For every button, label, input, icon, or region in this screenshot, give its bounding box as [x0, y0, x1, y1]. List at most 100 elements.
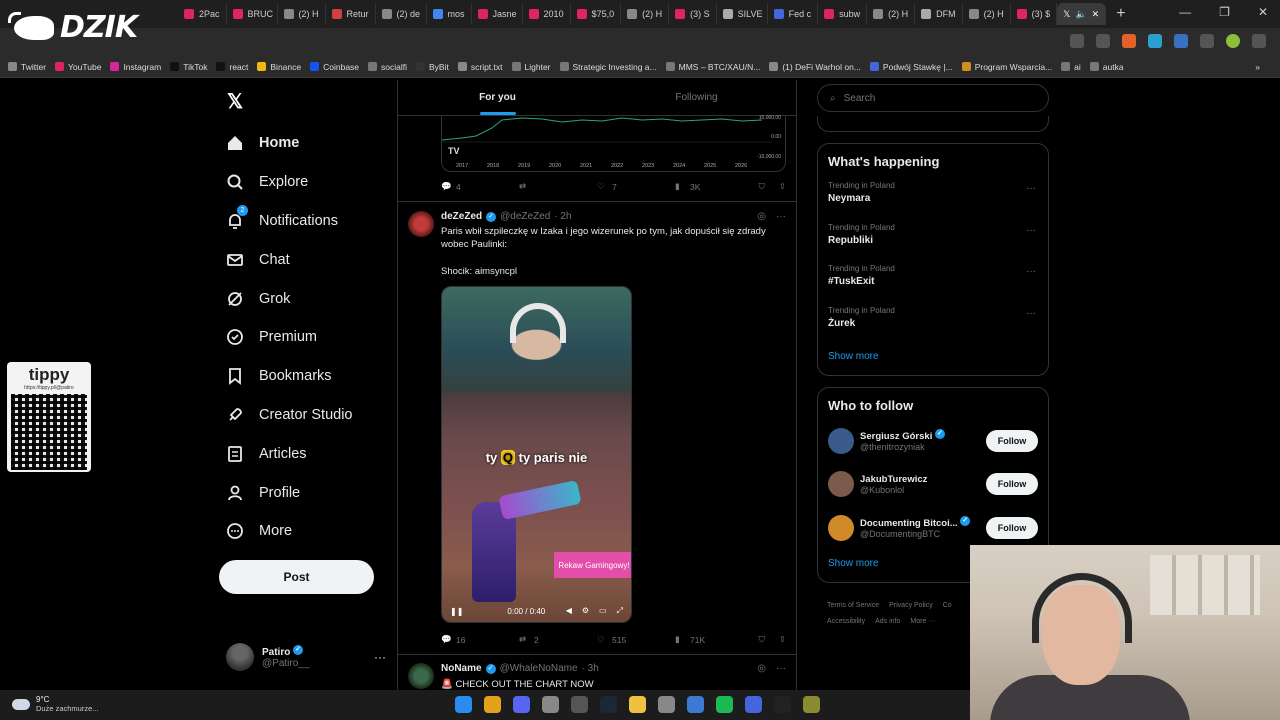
extension-icon[interactable]: [1174, 34, 1188, 48]
browser-tab[interactable]: Fed c: [768, 3, 819, 25]
app4-icon[interactable]: [803, 696, 820, 713]
nav-item-more[interactable]: More: [225, 512, 353, 551]
share-icon[interactable]: ⇪: [779, 181, 786, 192]
settings-icon[interactable]: ⚙: [582, 606, 589, 616]
browser-tab[interactable]: (2) H: [867, 3, 916, 25]
browser-tab[interactable]: (2) H: [621, 3, 670, 25]
follow-suggestion[interactable]: Documenting Bitcoi... @DocumentingBTC Fol…: [818, 506, 1048, 550]
tab-following[interactable]: Following: [597, 80, 796, 115]
nav-item-profile[interactable]: Profile: [225, 473, 353, 512]
follow-suggestion[interactable]: Sergiusz Górski @thenitrozyniak Follow: [818, 419, 1048, 463]
extension-icon[interactable]: [1070, 34, 1084, 48]
footer-link[interactable]: Terms of Service: [827, 602, 879, 609]
avatar[interactable]: [828, 427, 854, 454]
bookmark-item[interactable]: socialfi: [368, 62, 407, 72]
pip-icon[interactable]: ▭: [599, 606, 607, 616]
bookmark-item[interactable]: ai: [1061, 62, 1081, 72]
nav-item-premium[interactable]: Premium: [225, 318, 353, 357]
show-more-link[interactable]: Show more: [818, 341, 1048, 376]
tab-for-you[interactable]: For you: [398, 80, 597, 115]
grok-icon[interactable]: ◎: [757, 211, 766, 222]
browser-tab[interactable]: DFM: [915, 3, 963, 25]
bookmark-item[interactable]: ByBit: [416, 62, 449, 72]
author-name[interactable]: NoName: [441, 663, 482, 674]
footer-link[interactable]: Co: [943, 602, 952, 609]
discord-icon[interactable]: [513, 696, 530, 713]
browser-tab[interactable]: (2) de: [376, 3, 427, 25]
avatar[interactable]: [828, 471, 854, 498]
browser-tab[interactable]: (3) $: [1011, 3, 1058, 25]
bookmark-item[interactable]: Strategic Investing a...: [559, 62, 657, 72]
browser-tab[interactable]: $75,0: [571, 3, 622, 25]
pause-icon[interactable]: ❚❚: [450, 607, 463, 616]
nav-item-home[interactable]: Home: [225, 124, 353, 163]
nav-item-grok[interactable]: Grok: [225, 279, 353, 318]
bookmark-item[interactable]: Coinbase: [310, 62, 359, 72]
nav-item-notifications[interactable]: 2 Notifications: [225, 202, 353, 241]
bookmark-item[interactable]: Twitter: [8, 62, 46, 72]
bookmark-item[interactable]: Lighter: [511, 62, 551, 72]
avatar[interactable]: [1226, 34, 1240, 48]
views-button[interactable]: ▮ 3K: [675, 181, 753, 192]
post-time[interactable]: · 3h: [582, 663, 599, 674]
bookmark-item[interactable]: Instagram: [110, 62, 161, 72]
puzzle-icon[interactable]: [1200, 34, 1214, 48]
browser-tab[interactable]: subw: [818, 3, 868, 25]
grok-icon[interactable]: ◎: [757, 663, 766, 674]
folder-icon[interactable]: [629, 696, 646, 713]
browser-tab[interactable]: (3) S: [669, 3, 717, 25]
post-button[interactable]: Post: [219, 560, 374, 594]
volume-icon[interactable]: ◀: [566, 606, 572, 616]
trend-item[interactable]: Trending in Poland Republiki ···: [818, 217, 1048, 259]
trend-item[interactable]: Trending in Poland Żurek ···: [818, 300, 1048, 342]
restore-icon[interactable]: ❐: [1219, 5, 1230, 19]
author-handle[interactable]: @WhaleNoName: [500, 663, 578, 674]
bookmark-item[interactable]: autka: [1089, 62, 1124, 72]
more-icon[interactable]: ···: [1026, 225, 1036, 236]
browser-tab-active[interactable]: 𝕏 🔈 ✕: [1057, 3, 1107, 25]
share-icon[interactable]: ⇪: [779, 634, 786, 645]
reply-button[interactable]: 💬 16: [441, 634, 519, 645]
weather-widget[interactable]: 9°C Duże zachmurze...: [12, 695, 99, 713]
search-input[interactable]: ⌕ Search: [817, 84, 1049, 112]
capcut-icon[interactable]: [774, 696, 791, 713]
bookmark-icon[interactable]: ⛉: [758, 634, 764, 645]
browser-tab[interactable]: 2Pac: [178, 3, 227, 25]
bookmark-item[interactable]: Binance: [257, 62, 301, 72]
bookmark-icon[interactable]: ⛉: [758, 181, 764, 192]
browser-tab[interactable]: mos: [427, 3, 472, 25]
footer-link[interactable]: More ···: [910, 618, 935, 625]
bookmark-item[interactable]: react: [216, 62, 248, 72]
extension-icon[interactable]: [1148, 34, 1162, 48]
views-button[interactable]: ▮ 71K: [675, 634, 753, 645]
app3-icon[interactable]: [745, 696, 762, 713]
reply-button[interactable]: 💬 4: [441, 181, 519, 192]
trend-item[interactable]: Trending in Poland Neymara ···: [818, 175, 1048, 217]
browser-tab[interactable]: 2010: [523, 3, 571, 25]
trend-item[interactable]: Trending in Poland #TuskExit ···: [818, 258, 1048, 300]
repost-button[interactable]: ⇄ 2: [519, 634, 597, 645]
post-time[interactable]: · 2h: [554, 211, 571, 222]
nav-item-articles[interactable]: Articles: [225, 434, 353, 473]
footer-link[interactable]: Ads info: [875, 618, 900, 625]
author-name[interactable]: deZeZed: [441, 211, 482, 222]
spotify-icon[interactable]: [716, 696, 733, 713]
nav-item-creator-studio[interactable]: Creator Studio: [225, 396, 353, 435]
browser-icon[interactable]: [658, 696, 675, 713]
bookmark-item[interactable]: TikTok: [170, 62, 207, 72]
windows-icon[interactable]: [455, 696, 472, 713]
new-tab-icon[interactable]: +: [1116, 5, 1125, 23]
browser-tab[interactable]: SILVE: [717, 3, 768, 25]
bookmarks-overflow-icon[interactable]: »: [1255, 62, 1260, 72]
fullscreen-icon[interactable]: ⤢: [617, 606, 623, 616]
browser-tab[interactable]: BRUC: [227, 3, 278, 25]
follow-button[interactable]: Follow: [986, 429, 1038, 452]
follow-button[interactable]: Follow: [986, 473, 1038, 496]
steam-icon[interactable]: [600, 696, 617, 713]
more-icon[interactable]: ···: [374, 650, 386, 664]
browser-tab[interactable]: (2) H: [963, 3, 1011, 25]
nav-item-bookmarks[interactable]: Bookmarks: [225, 357, 353, 396]
nav-item-chat[interactable]: Chat: [225, 240, 353, 279]
star-icon[interactable]: [1096, 34, 1110, 48]
more-icon[interactable]: ···: [1026, 308, 1036, 319]
